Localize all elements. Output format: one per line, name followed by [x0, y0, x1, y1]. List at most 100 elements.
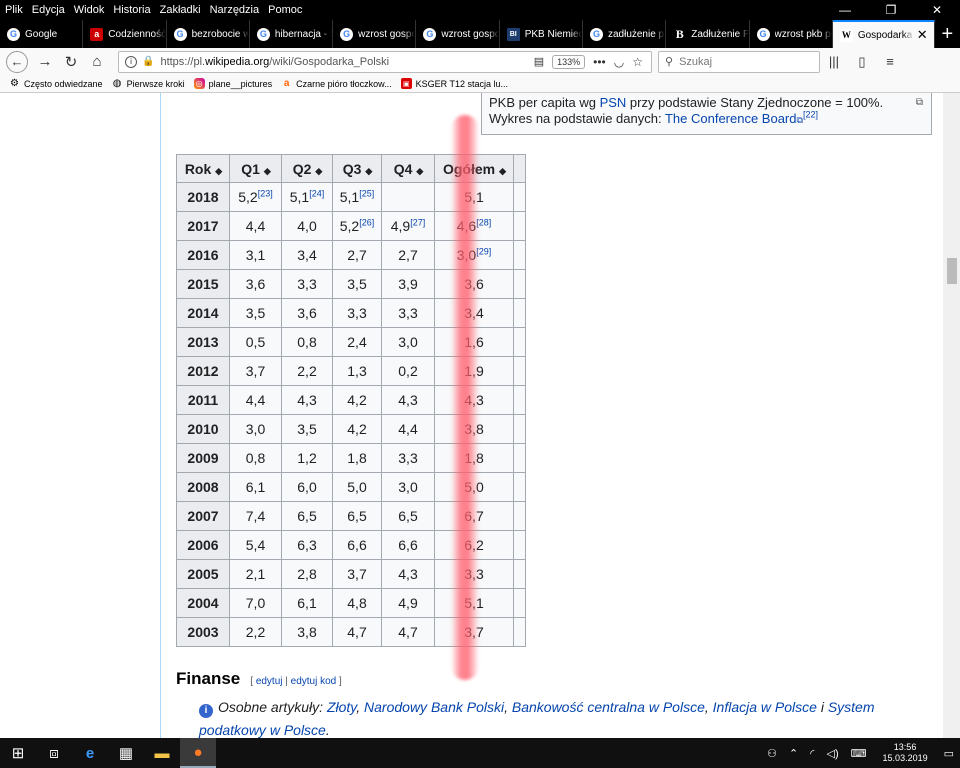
- tab-codziennosc[interactable]: a Codzienność: [83, 20, 167, 48]
- reload-button[interactable]: ↻: [58, 53, 84, 71]
- edge-icon[interactable]: e: [72, 738, 108, 768]
- bookmark-star-icon[interactable]: ☆: [632, 55, 643, 69]
- table-cell: 4,3: [281, 385, 333, 415]
- bookmark-item[interactable]: ⚙ Często odwiedzane: [9, 78, 103, 89]
- menu-edit[interactable]: Edycja: [27, 4, 69, 16]
- cell-value: 4,4: [245, 218, 266, 234]
- calculator-icon[interactable]: ▦: [108, 738, 144, 768]
- tab-pkb-niemiec[interactable]: BI PKB Niemiec: [500, 20, 583, 48]
- tab-wzrost-pkb[interactable]: Gwzrost pkb pe: [750, 20, 833, 48]
- bookmark-item[interactable]: ◎ plane__pictures: [193, 78, 272, 89]
- tab-google[interactable]: G Google: [0, 20, 84, 48]
- firefox-icon[interactable]: ●: [180, 738, 216, 768]
- reader-view-icon[interactable]: ▤: [534, 55, 544, 68]
- forward-button[interactable]: →: [32, 53, 58, 70]
- menu-view[interactable]: Widok: [69, 4, 109, 16]
- pocket-icon[interactable]: ◡: [614, 55, 624, 69]
- zoom-level-button[interactable]: 133%: [552, 54, 586, 69]
- column-header-q1[interactable]: Q1 ◆: [229, 154, 282, 183]
- reference-link[interactable]: [23]: [258, 188, 273, 198]
- bookmark-item[interactable]: ◍ Pierwsze kroki: [112, 78, 185, 89]
- windows-start-icon[interactable]: ⊞: [0, 738, 36, 768]
- bookmark-item[interactable]: ▣ KSGER T12 stacja lu...: [400, 78, 508, 89]
- hatnote-link[interactable]: Narodowy Bank Polski: [364, 699, 504, 715]
- menu-bookmarks[interactable]: Zakładki: [155, 4, 205, 16]
- tab-zadluzenie-1[interactable]: Gzadłużenie pe: [583, 20, 667, 48]
- clock[interactable]: 13:56 15.03.2019: [883, 742, 928, 764]
- cell-value: 4,3: [398, 392, 418, 408]
- tab-wzrost-1[interactable]: Gwzrost gospo: [333, 20, 417, 48]
- tab-hibernacja[interactable]: Ghibernacja - S: [250, 20, 334, 48]
- google-icon: G: [7, 27, 20, 41]
- column-header-q2[interactable]: Q2 ◆: [281, 154, 333, 183]
- hatnote-link[interactable]: Bankowość centralna w Polsce: [512, 699, 705, 715]
- cell-value: 6,7: [464, 508, 484, 524]
- reference-link[interactable]: [28]: [476, 217, 491, 227]
- maximize-button[interactable]: ❐: [868, 0, 914, 20]
- lock-icon[interactable]: 🔒: [142, 56, 154, 67]
- notifications-icon[interactable]: ▭: [944, 747, 954, 760]
- tab-wzrost-2[interactable]: Gwzrost gospo: [416, 20, 500, 48]
- info-icon[interactable]: i: [125, 55, 137, 68]
- menu-file[interactable]: Plik: [0, 4, 27, 16]
- chevron-up-icon[interactable]: ⌃: [789, 747, 798, 760]
- edit-link[interactable]: edytuj: [256, 676, 283, 687]
- column-header-total[interactable]: Ogółem ◆: [434, 154, 514, 183]
- table-cell: 3,8: [281, 617, 333, 647]
- separator: |: [282, 676, 291, 687]
- library-icon[interactable]: |||: [820, 54, 848, 69]
- url-text[interactable]: https://pl.wikipedia.org/wiki/Gospodarka…: [160, 56, 533, 68]
- tab-gospodarka-active[interactable]: W Gospodarka ✕: [832, 20, 935, 48]
- reference-link[interactable]: [22]: [803, 110, 818, 120]
- vertical-scrollbar[interactable]: [943, 93, 960, 738]
- people-icon[interactable]: ⚇: [767, 747, 777, 760]
- menu-tools[interactable]: Narzędzia: [205, 4, 264, 16]
- search-box[interactable]: ⚲ Szukaj: [658, 50, 820, 73]
- sidebar-icon[interactable]: ▯: [848, 54, 876, 70]
- url-bar[interactable]: i 🔒 https://pl.wikipedia.org/wiki/Gospod…: [118, 50, 652, 73]
- home-button[interactable]: ⌂: [84, 53, 110, 70]
- tab-bezrobocie[interactable]: Gbezrobocie w: [167, 20, 250, 48]
- column-header-q3[interactable]: Q3 ◆: [332, 154, 382, 183]
- cell-value: 3,7: [347, 566, 367, 582]
- tab-zadluzenie-2[interactable]: B Zadłużenie P: [666, 20, 750, 48]
- close-window-button[interactable]: ✕: [914, 0, 960, 20]
- enlarge-icon[interactable]: ⧉: [916, 95, 923, 111]
- cell-value: 2,2: [297, 363, 317, 379]
- volume-icon[interactable]: ◁): [827, 747, 839, 760]
- reference-link[interactable]: [29]: [476, 246, 491, 256]
- sort-icon: ◆: [416, 165, 423, 176]
- wifi-icon[interactable]: ◜: [810, 747, 814, 760]
- column-header-year[interactable]: Rok ◆: [176, 154, 230, 183]
- task-view-icon[interactable]: ⧈: [36, 738, 72, 768]
- cell-value: 5,4: [245, 537, 266, 553]
- cell-value: 3,7: [464, 624, 484, 640]
- keyboard-icon[interactable]: ⌨: [851, 747, 867, 760]
- hatnote-link[interactable]: Inflacja w Polsce: [713, 699, 817, 715]
- cell-value: 3,5: [347, 276, 367, 292]
- reference-link[interactable]: [24]: [309, 188, 324, 198]
- reference-link[interactable]: [27]: [410, 217, 425, 227]
- menu-help[interactable]: Pomoc: [263, 4, 306, 16]
- row-year-cell: 2009: [176, 443, 230, 473]
- table-cell: 3,7: [332, 559, 382, 589]
- reference-link[interactable]: [25]: [359, 188, 374, 198]
- back-button[interactable]: ←: [6, 50, 28, 73]
- psn-link[interactable]: PSN: [600, 95, 627, 110]
- reference-link[interactable]: [26]: [359, 217, 374, 227]
- minimize-button[interactable]: —: [822, 0, 868, 20]
- google-icon: G: [340, 27, 354, 41]
- hamburger-menu-icon[interactable]: ≡: [876, 54, 904, 69]
- page-actions-icon[interactable]: •••: [593, 55, 606, 69]
- scrollbar-thumb[interactable]: [947, 258, 957, 284]
- bookmark-item[interactable]: a Czarne pióro tłoczkow...: [281, 78, 392, 89]
- hatnote-link[interactable]: Złoty: [327, 699, 356, 715]
- file-explorer-icon[interactable]: ▬: [144, 738, 180, 768]
- conference-board-link[interactable]: The Conference Board: [665, 111, 797, 126]
- menu-history[interactable]: Historia: [108, 4, 154, 16]
- tab-title: Zadłużenie P: [691, 28, 749, 40]
- edit-source-link[interactable]: edytuj kod: [291, 676, 337, 687]
- new-tab-button[interactable]: +: [935, 20, 960, 48]
- column-header-q4[interactable]: Q4 ◆: [381, 154, 435, 183]
- close-tab-icon[interactable]: ✕: [917, 27, 928, 43]
